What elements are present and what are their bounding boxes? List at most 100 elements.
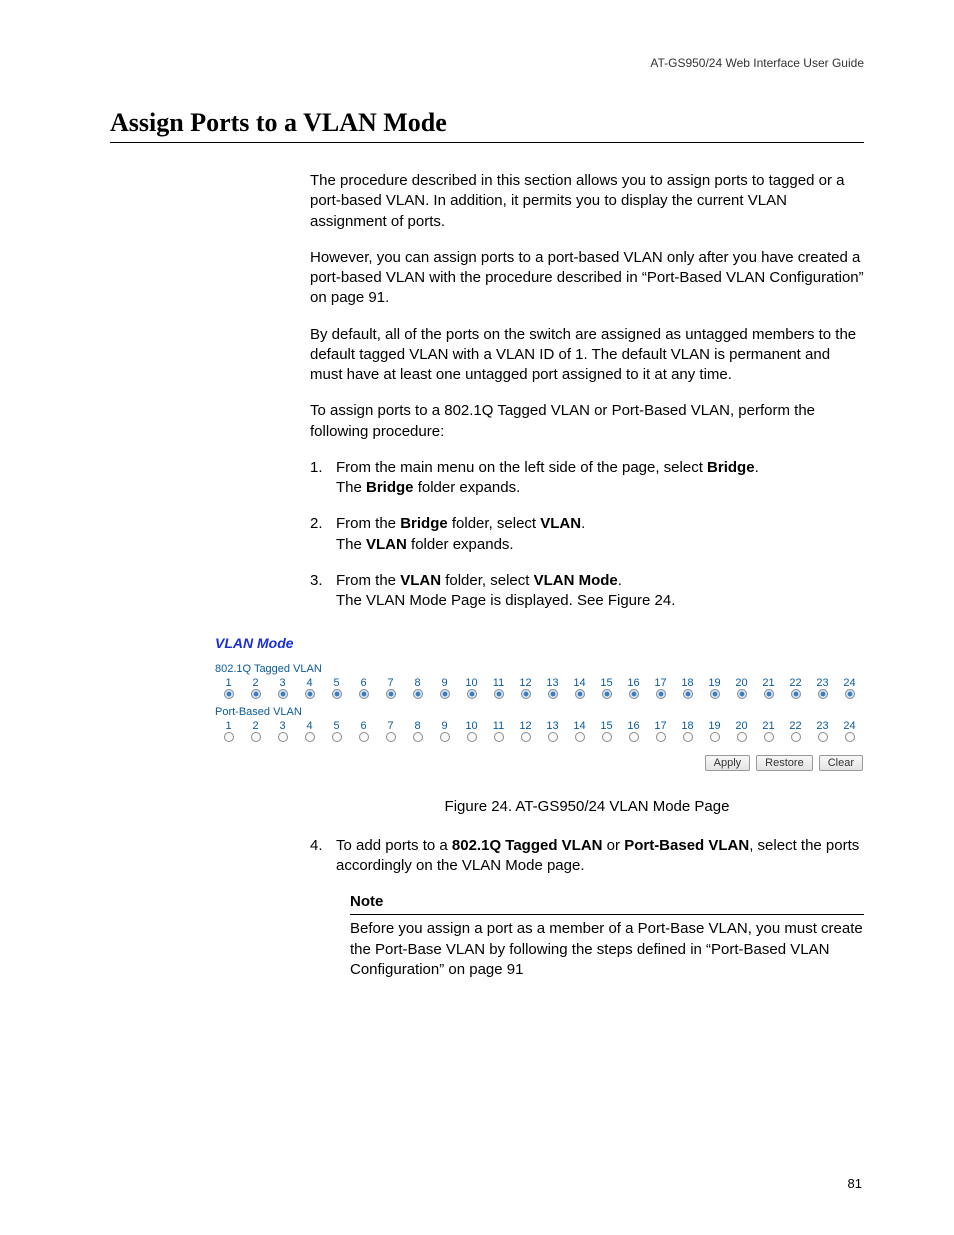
port-radio[interactable] (809, 689, 836, 702)
port-radio[interactable] (647, 689, 674, 702)
port-radio[interactable] (485, 732, 512, 745)
body-column: The procedure described in this section … (310, 171, 864, 611)
radio-selected-icon (764, 689, 774, 699)
port-number: 19 (701, 677, 728, 689)
port-radio[interactable] (296, 732, 323, 745)
radio-unselected-icon (764, 732, 774, 742)
port-number: 11 (485, 677, 512, 689)
port-radio[interactable] (485, 689, 512, 702)
radio-unselected-icon (440, 732, 450, 742)
step-text: folder expands. (407, 536, 514, 553)
port-radio[interactable] (728, 689, 755, 702)
port-radio[interactable] (620, 689, 647, 702)
port-header-row: 123456789101112131415161718192021222324 (215, 677, 863, 689)
port-number: 12 (512, 677, 539, 689)
step-4: 4. To add ports to a 802.1Q Tagged VLAN … (310, 836, 864, 877)
port-radio[interactable] (701, 732, 728, 745)
port-radio[interactable] (242, 689, 269, 702)
port-number: 15 (593, 677, 620, 689)
procedure-list: 1. From the main menu on the left side o… (310, 458, 864, 612)
port-radio[interactable] (647, 732, 674, 745)
port-radio[interactable] (809, 732, 836, 745)
group-portbased-label: Port-Based VLAN (215, 706, 863, 718)
radio-unselected-icon (710, 732, 720, 742)
port-radio[interactable] (674, 732, 701, 745)
port-radio[interactable] (782, 689, 809, 702)
port-radio[interactable] (350, 689, 377, 702)
port-radio[interactable] (836, 732, 863, 745)
port-number: 7 (377, 677, 404, 689)
port-number: 3 (269, 720, 296, 732)
radio-selected-icon (467, 689, 477, 699)
port-radio[interactable] (215, 732, 242, 745)
port-radio[interactable] (377, 732, 404, 745)
apply-button[interactable]: Apply (705, 755, 751, 771)
port-radio[interactable] (404, 689, 431, 702)
port-number: 13 (539, 720, 566, 732)
port-radio[interactable] (755, 732, 782, 745)
port-radio[interactable] (431, 689, 458, 702)
step-text: . (755, 459, 759, 476)
port-radio[interactable] (269, 689, 296, 702)
figure-vlan-mode: VLAN Mode 802.1Q Tagged VLAN 12345678910… (110, 635, 864, 771)
port-radio[interactable] (701, 689, 728, 702)
port-radio[interactable] (620, 732, 647, 745)
port-radio[interactable] (539, 689, 566, 702)
port-radio-row-portbased (215, 732, 863, 745)
port-number: 17 (647, 677, 674, 689)
port-number: 9 (431, 677, 458, 689)
port-radio[interactable] (674, 689, 701, 702)
port-number: 1 (215, 677, 242, 689)
port-radio[interactable] (323, 732, 350, 745)
step-text: . (618, 572, 622, 589)
port-number: 21 (755, 720, 782, 732)
radio-selected-icon (791, 689, 801, 699)
port-radio[interactable] (593, 689, 620, 702)
step-bold: VLAN (400, 572, 441, 589)
port-radio[interactable] (350, 732, 377, 745)
port-number: 5 (323, 720, 350, 732)
port-number: 24 (836, 720, 863, 732)
port-radio[interactable] (593, 732, 620, 745)
port-radio[interactable] (512, 732, 539, 745)
port-radio[interactable] (836, 689, 863, 702)
port-radio[interactable] (512, 689, 539, 702)
port-number: 1 (215, 720, 242, 732)
radio-unselected-icon (656, 732, 666, 742)
restore-button[interactable]: Restore (756, 755, 813, 771)
step-bold: Bridge (366, 479, 414, 496)
port-radio[interactable] (458, 732, 485, 745)
port-number: 23 (809, 677, 836, 689)
radio-unselected-icon (332, 732, 342, 742)
port-radio[interactable] (458, 689, 485, 702)
port-radio[interactable] (566, 689, 593, 702)
port-radio[interactable] (782, 732, 809, 745)
clear-button[interactable]: Clear (819, 755, 863, 771)
port-radio[interactable] (566, 732, 593, 745)
vlan-mode-panel: 802.1Q Tagged VLAN 123456789101112131415… (215, 663, 863, 771)
port-radio[interactable] (215, 689, 242, 702)
step-1: 1. From the main menu on the left side o… (310, 458, 864, 499)
radio-selected-icon (251, 689, 261, 699)
step-text: The (336, 479, 366, 496)
section-title: Assign Ports to a VLAN Mode (110, 108, 864, 143)
port-radio[interactable] (242, 732, 269, 745)
port-radio[interactable] (323, 689, 350, 702)
radio-selected-icon (629, 689, 639, 699)
port-radio[interactable] (728, 732, 755, 745)
port-radio[interactable] (404, 732, 431, 745)
port-radio[interactable] (269, 732, 296, 745)
port-radio[interactable] (296, 689, 323, 702)
radio-selected-icon (845, 689, 855, 699)
note-body: Before you assign a port as a member of … (350, 919, 864, 980)
port-radio[interactable] (377, 689, 404, 702)
port-radio[interactable] (539, 732, 566, 745)
radio-unselected-icon (629, 732, 639, 742)
port-number: 19 (701, 720, 728, 732)
radio-unselected-icon (791, 732, 801, 742)
port-radio[interactable] (755, 689, 782, 702)
port-number: 4 (296, 677, 323, 689)
port-number: 2 (242, 677, 269, 689)
port-number: 20 (728, 677, 755, 689)
port-radio[interactable] (431, 732, 458, 745)
